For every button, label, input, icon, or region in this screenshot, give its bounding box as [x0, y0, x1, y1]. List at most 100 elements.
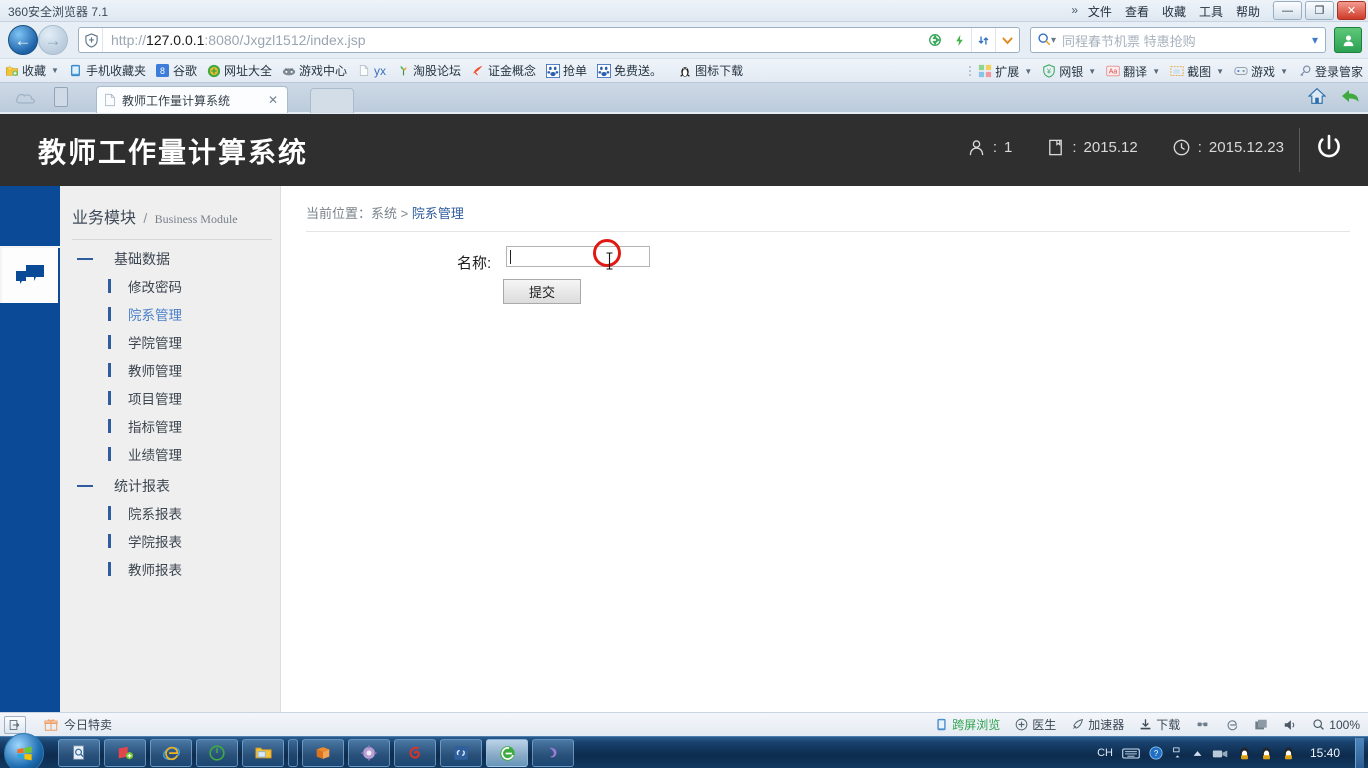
taskbar-item-book-plus[interactable] — [104, 739, 146, 767]
status-windows[interactable] — [1254, 718, 1268, 732]
forward-button[interactable]: → — [38, 25, 68, 55]
search-input[interactable]: 同程春节机票 特惠抢购 — [1056, 31, 1305, 50]
sidebar-group-header[interactable]: 基础数据 — [60, 246, 281, 272]
submit-button[interactable]: 提交 — [503, 279, 581, 304]
taskbar-clock[interactable]: 15:40 — [1310, 746, 1340, 760]
sidebar-item-college-report[interactable]: 学院报表 — [60, 527, 281, 555]
bookmark-mianfeisong[interactable]: 免费送。 — [592, 59, 667, 83]
mobile-view-icon[interactable] — [54, 87, 68, 107]
toolbar-translate[interactable]: Aa 翻译 ▼ — [1101, 59, 1165, 83]
speed-bolt-icon[interactable] — [947, 28, 971, 52]
menu-tools[interactable]: 工具 — [1199, 3, 1223, 20]
address-bar[interactable]: http://127.0.0.1:8080/Jxgzl1512/index.js… — [78, 27, 1020, 53]
sidebar-item-department-report[interactable]: 院系报表 — [60, 499, 281, 527]
sidebar-item-department-management[interactable]: 院系管理 — [60, 300, 281, 328]
bookmark-zhengjin[interactable]: 证金概念 — [466, 59, 541, 83]
taskbar-item-ie[interactable] — [150, 739, 192, 767]
minimize-button[interactable]: — — [1273, 1, 1302, 20]
toolbar-game[interactable]: 游戏 ▼ — [1229, 59, 1293, 83]
chevron-down-icon[interactable]: ▼ — [1216, 67, 1224, 76]
menu-favorites[interactable]: 收藏 — [1162, 3, 1186, 20]
breadcrumb-root[interactable]: 系统 — [371, 206, 397, 221]
toolbar-screenshot[interactable]: 截图 ▼ — [1165, 59, 1229, 83]
status-ie-compat[interactable] — [1225, 718, 1239, 732]
chevron-down-icon[interactable]: ▼ — [1152, 67, 1160, 76]
status-zoom[interactable]: 100% — [1312, 718, 1360, 732]
maximize-button[interactable]: ❐ — [1305, 1, 1334, 20]
bookmark-hao360[interactable]: 网址大全 — [202, 59, 277, 83]
collapse-minus-icon[interactable] — [77, 258, 93, 260]
close-button[interactable]: ✕ — [1337, 1, 1366, 20]
taskbar-item-folder[interactable] — [242, 739, 284, 767]
taskbar-item-360-browser[interactable] — [486, 739, 528, 767]
qq-icon[interactable] — [1260, 746, 1273, 761]
status-download[interactable]: 下载 — [1139, 716, 1180, 733]
taskbar-item-red-spiral[interactable] — [394, 739, 436, 767]
bookmark-favorites[interactable]: 收藏 ▼ — [0, 59, 64, 83]
power-icon[interactable] — [1312, 132, 1346, 166]
toolbar-login-manager[interactable]: 登录管家 — [1293, 59, 1368, 83]
toolbar-extensions[interactable]: 扩展 ▼ — [973, 59, 1037, 83]
chevron-down-icon[interactable]: ▼ — [1280, 67, 1288, 76]
bookmark-qiangdan[interactable]: 抢单 — [541, 59, 592, 83]
chevron-down-icon[interactable]: ▼ — [1024, 67, 1032, 76]
translate-page-icon[interactable] — [971, 28, 995, 52]
help-icon[interactable]: ? — [1149, 746, 1163, 760]
up-arrow-icon[interactable] — [1192, 748, 1203, 759]
exit-fullscreen-button[interactable] — [4, 715, 26, 734]
taskbar-item-orange-book[interactable] — [302, 739, 344, 767]
address-dropdown-icon[interactable] — [995, 28, 1019, 52]
new-tab-button[interactable] — [310, 88, 354, 113]
status-accelerator[interactable]: 加速器 — [1071, 716, 1124, 733]
undo-arrow-icon[interactable] — [1340, 87, 1360, 105]
sidebar-item-project-management[interactable]: 项目管理 — [60, 384, 281, 412]
back-button[interactable]: ← — [8, 25, 38, 55]
page-shot-icon[interactable] — [923, 28, 947, 52]
show-hidden-icon[interactable] — [1172, 746, 1183, 760]
sidebar-item-change-password[interactable]: 修改密码 — [60, 272, 281, 300]
status-cross-screen[interactable]: 跨屏浏览 — [935, 716, 1000, 733]
status-sound[interactable] — [1283, 718, 1297, 732]
search-dropdown-icon[interactable]: ▾ — [1305, 33, 1325, 47]
status-glasses[interactable] — [1195, 719, 1210, 730]
account-button[interactable] — [1334, 27, 1362, 53]
keyboard-icon[interactable] — [1122, 747, 1140, 760]
name-input[interactable] — [506, 246, 650, 267]
bookmark-taogu[interactable]: 淘股论坛 — [391, 59, 466, 83]
show-desktop-button[interactable] — [1355, 738, 1364, 768]
cloud-sync-icon[interactable] — [14, 89, 40, 107]
chevron-down-icon[interactable]: ▼ — [1088, 67, 1096, 76]
menu-overflow-chevron[interactable]: » — [1071, 3, 1078, 17]
taskbar-item-settings[interactable] — [348, 739, 390, 767]
bookmark-game-center[interactable]: 游戏中心 — [277, 59, 352, 83]
bookmark-mobile-favorites[interactable]: 手机收藏夹 — [64, 59, 151, 83]
home-icon[interactable] — [1308, 87, 1326, 105]
start-button[interactable] — [4, 733, 44, 768]
qq-icon[interactable] — [1282, 746, 1295, 761]
toolbar-bank[interactable]: ¥ 网银 ▼ — [1037, 59, 1101, 83]
sidebar-item-teacher-management[interactable]: 教师管理 — [60, 356, 281, 384]
qq-icon[interactable] — [1238, 746, 1251, 761]
camera-icon[interactable] — [1212, 747, 1229, 760]
browser-tab-active[interactable]: 教师工作量计算系统 ✕ — [96, 86, 288, 113]
toolbar-grip[interactable] — [966, 66, 973, 76]
bookmark-yx[interactable]: yx — [352, 59, 391, 83]
search-bar[interactable]: ▾ 同程春节机票 特惠抢购 ▾ — [1030, 27, 1326, 53]
taskbar-item-power-green[interactable] — [196, 739, 238, 767]
rail-chat-tile[interactable] — [2, 248, 60, 303]
sidebar-item-teacher-report[interactable]: 教师报表 — [60, 555, 281, 583]
collapse-minus-icon[interactable] — [77, 485, 93, 487]
menu-view[interactable]: 查看 — [1125, 3, 1149, 20]
bookmark-icon-download[interactable]: 图标下载 — [673, 59, 748, 83]
sidebar-item-college-management[interactable]: 学院管理 — [60, 328, 281, 356]
sidebar-item-performance-management[interactable]: 业绩管理 — [60, 440, 281, 468]
status-today-deal[interactable]: 今日特卖 — [44, 716, 112, 733]
taskbar-item-purple[interactable] — [532, 739, 574, 767]
menu-file[interactable]: 文件 — [1088, 3, 1112, 20]
taskbar-item-blue-link[interactable] — [440, 739, 482, 767]
sidebar-item-indicator-management[interactable]: 指标管理 — [60, 412, 281, 440]
ime-indicator[interactable]: CH — [1097, 747, 1113, 759]
chevron-down-icon[interactable]: ▼ — [51, 66, 59, 75]
status-doctor[interactable]: 医生 — [1015, 716, 1056, 733]
tab-close-icon[interactable]: ✕ — [265, 93, 281, 107]
